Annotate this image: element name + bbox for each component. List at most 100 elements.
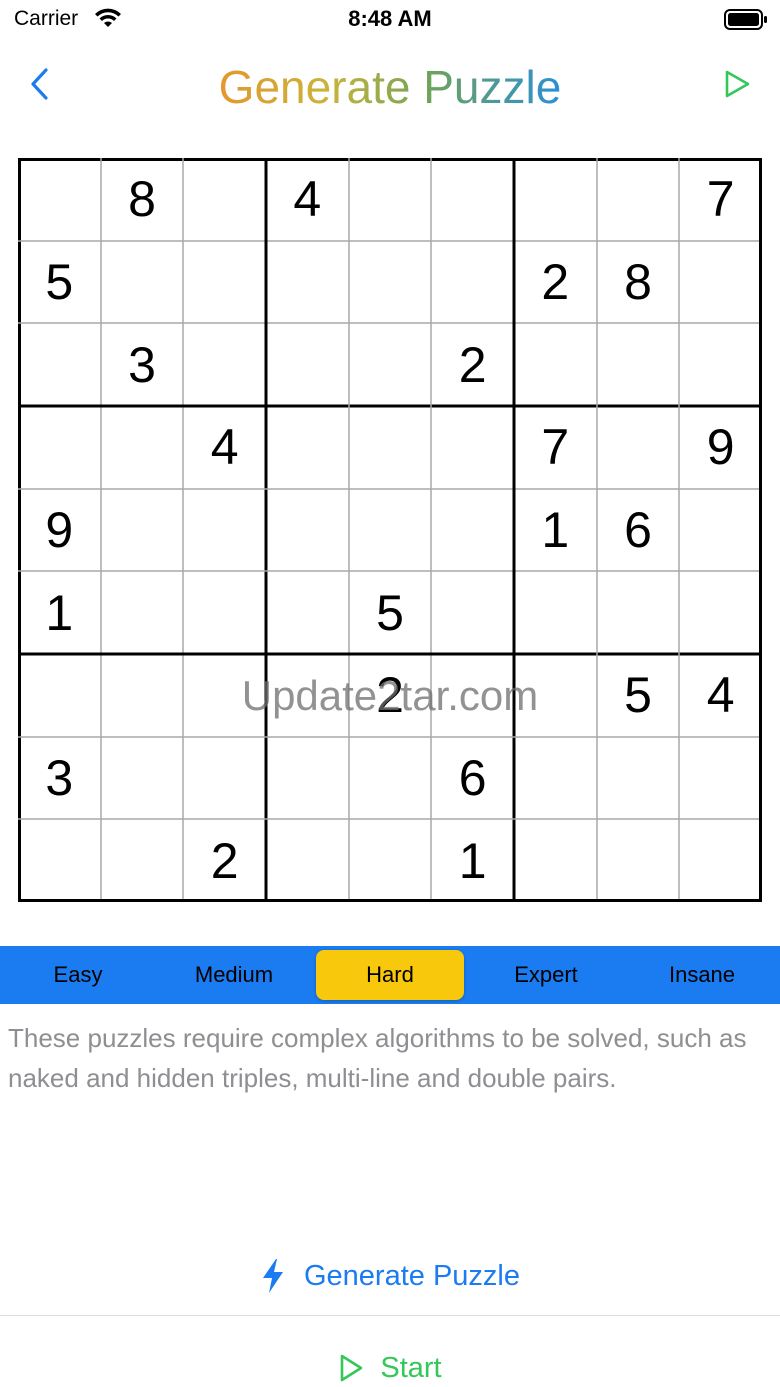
board-cell[interactable] — [597, 323, 680, 406]
board-cell[interactable] — [266, 323, 349, 406]
board-cell[interactable] — [597, 158, 680, 241]
board-cell[interactable] — [183, 571, 266, 654]
board-cell[interactable] — [349, 323, 432, 406]
board-cell[interactable] — [18, 406, 101, 489]
board-cell[interactable] — [597, 737, 680, 820]
board-cell[interactable] — [597, 406, 680, 489]
board-cell[interactable] — [679, 323, 762, 406]
board-cell[interactable] — [18, 323, 101, 406]
board-cell[interactable] — [514, 158, 597, 241]
board-cell[interactable] — [431, 241, 514, 324]
start-button[interactable]: Start — [0, 1342, 780, 1387]
board-cell[interactable] — [101, 406, 184, 489]
board-cell[interactable] — [183, 241, 266, 324]
board-cell[interactable] — [349, 819, 432, 902]
board-cell[interactable]: 5 — [349, 571, 432, 654]
board-cell[interactable] — [349, 406, 432, 489]
board-cell[interactable] — [431, 158, 514, 241]
board-cell[interactable] — [183, 737, 266, 820]
clock: 8:48 AM — [348, 6, 432, 31]
board-cell[interactable] — [349, 241, 432, 324]
board-cell[interactable] — [101, 737, 184, 820]
difficulty-expert[interactable]: Expert — [468, 946, 624, 1004]
difficulty-easy[interactable]: Easy — [0, 946, 156, 1004]
board-cell[interactable]: 6 — [597, 489, 680, 572]
board-cell[interactable] — [266, 737, 349, 820]
board-cell[interactable]: 3 — [101, 323, 184, 406]
board-cell[interactable] — [679, 819, 762, 902]
board-cell[interactable] — [597, 819, 680, 902]
board-cell[interactable]: 2 — [431, 323, 514, 406]
board-cell[interactable]: 4 — [679, 654, 762, 737]
board-cell[interactable] — [183, 654, 266, 737]
board-cell[interactable] — [18, 654, 101, 737]
board-cell[interactable]: 1 — [514, 489, 597, 572]
board-cell[interactable] — [679, 737, 762, 820]
board-cell[interactable] — [266, 406, 349, 489]
play-icon — [341, 1354, 363, 1382]
board-cell[interactable] — [18, 819, 101, 902]
board-cell[interactable] — [349, 489, 432, 572]
board-cell[interactable]: 8 — [597, 241, 680, 324]
board-cell[interactable] — [597, 571, 680, 654]
board-cell[interactable]: 7 — [514, 406, 597, 489]
board-cell[interactable]: 6 — [431, 737, 514, 820]
board-cell[interactable] — [431, 489, 514, 572]
generate-puzzle-button[interactable]: Generate Puzzle — [0, 1250, 780, 1302]
board-cell[interactable] — [266, 571, 349, 654]
board-cell[interactable] — [266, 654, 349, 737]
board-cell[interactable] — [349, 158, 432, 241]
board-cell[interactable]: 9 — [18, 489, 101, 572]
board-cell[interactable] — [266, 819, 349, 902]
board-cell[interactable] — [266, 241, 349, 324]
board-cell[interactable]: 4 — [266, 158, 349, 241]
board-cell[interactable] — [679, 571, 762, 654]
start-label: Start — [380, 1351, 442, 1384]
difficulty-label: Insane — [668, 962, 736, 987]
board-cell[interactable]: 2 — [514, 241, 597, 324]
board-cell[interactable] — [101, 489, 184, 572]
difficulty-description: These puzzles require complex algorithms… — [8, 1023, 747, 1093]
board-cell[interactable]: 5 — [597, 654, 680, 737]
board-cell[interactable]: 5 — [18, 241, 101, 324]
board-cell[interactable] — [183, 158, 266, 241]
board-cell[interactable] — [431, 571, 514, 654]
board-cell[interactable] — [101, 571, 184, 654]
board-cell[interactable]: 8 — [101, 158, 184, 241]
board-cell[interactable] — [514, 323, 597, 406]
board-cell[interactable] — [18, 158, 101, 241]
board-cell[interactable]: 1 — [18, 571, 101, 654]
board-cell[interactable] — [183, 323, 266, 406]
board-cell[interactable]: 2 — [349, 654, 432, 737]
board-cell[interactable]: 2 — [183, 819, 266, 902]
difficulty-hard[interactable]: Hard — [312, 946, 468, 1004]
difficulty-medium[interactable]: Medium — [156, 946, 312, 1004]
board-cell[interactable] — [101, 241, 184, 324]
board-cell[interactable] — [266, 489, 349, 572]
difficulty-label: Medium — [194, 962, 274, 987]
generate-puzzle-label: Generate Puzzle — [303, 1259, 520, 1292]
board-cell[interactable]: 9 — [679, 406, 762, 489]
board-cell[interactable]: 4 — [183, 406, 266, 489]
board-cell[interactable] — [183, 489, 266, 572]
board-cell[interactable] — [514, 571, 597, 654]
board-cell[interactable] — [101, 819, 184, 902]
board-cell[interactable] — [431, 406, 514, 489]
board-cell[interactable] — [431, 654, 514, 737]
board-cell[interactable] — [514, 819, 597, 902]
board-cell[interactable] — [679, 241, 762, 324]
board-cell[interactable]: 1 — [431, 819, 514, 902]
play-button[interactable] — [722, 68, 752, 100]
board-cell[interactable] — [679, 489, 762, 572]
play-icon — [725, 70, 750, 98]
board-cell[interactable]: 7 — [679, 158, 762, 241]
board-cell[interactable]: 3 — [18, 737, 101, 820]
board-cell[interactable] — [514, 737, 597, 820]
difficulty-selector: Easy Medium Hard Expert Insane — [0, 946, 780, 1004]
sudoku-board[interactable]: 84752832479916152543621 — [18, 158, 762, 902]
board-cell[interactable] — [349, 737, 432, 820]
board-cell[interactable] — [514, 654, 597, 737]
board-cell[interactable] — [101, 654, 184, 737]
status-bar: Carrier 8:48 AM — [0, 0, 780, 40]
difficulty-insane[interactable]: Insane — [624, 946, 780, 1004]
